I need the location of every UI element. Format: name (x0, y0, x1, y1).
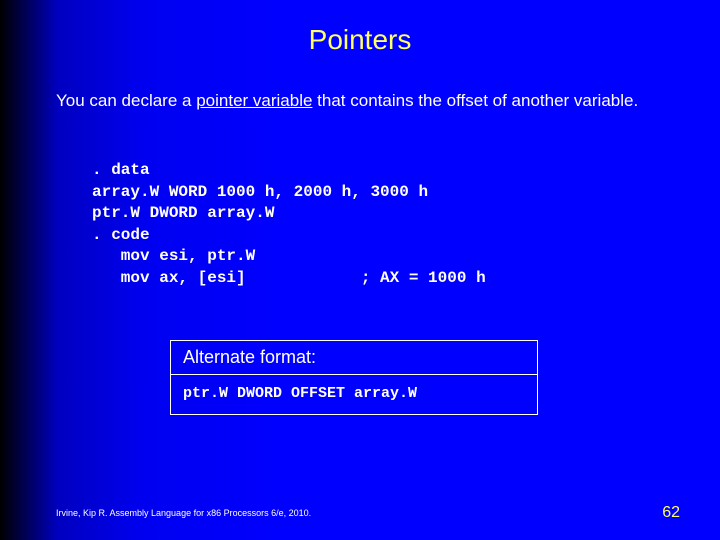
code-line-2: array.W WORD 1000 h, 2000 h, 3000 h (92, 183, 428, 201)
body-text-post: that contains the offset of another vari… (312, 91, 638, 110)
slide: Pointers You can declare a pointer varia… (0, 0, 720, 540)
code-line-3: ptr.W DWORD array.W (92, 204, 274, 222)
footer-page-number: 62 (662, 504, 680, 522)
footer-citation: Irvine, Kip R. Assembly Language for x86… (56, 508, 311, 518)
alternate-format-box: Alternate format: ptr.W DWORD OFFSET arr… (170, 340, 538, 415)
alternate-format-code: ptr.W DWORD OFFSET array.W (171, 375, 537, 414)
code-block: . data array.W WORD 1000 h, 2000 h, 3000… (92, 160, 486, 290)
body-text-underlined: pointer variable (196, 91, 312, 110)
slide-title: Pointers (0, 24, 720, 56)
body-paragraph: You can declare a pointer variable that … (56, 90, 664, 111)
code-line-6: mov ax, [esi] ; AX = 1000 h (92, 269, 486, 287)
code-line-4: . code (92, 226, 150, 244)
body-text-pre: You can declare a (56, 91, 196, 110)
code-line-1: . data (92, 161, 150, 179)
alternate-format-title: Alternate format: (171, 341, 537, 375)
code-line-5: mov esi, ptr.W (92, 247, 255, 265)
